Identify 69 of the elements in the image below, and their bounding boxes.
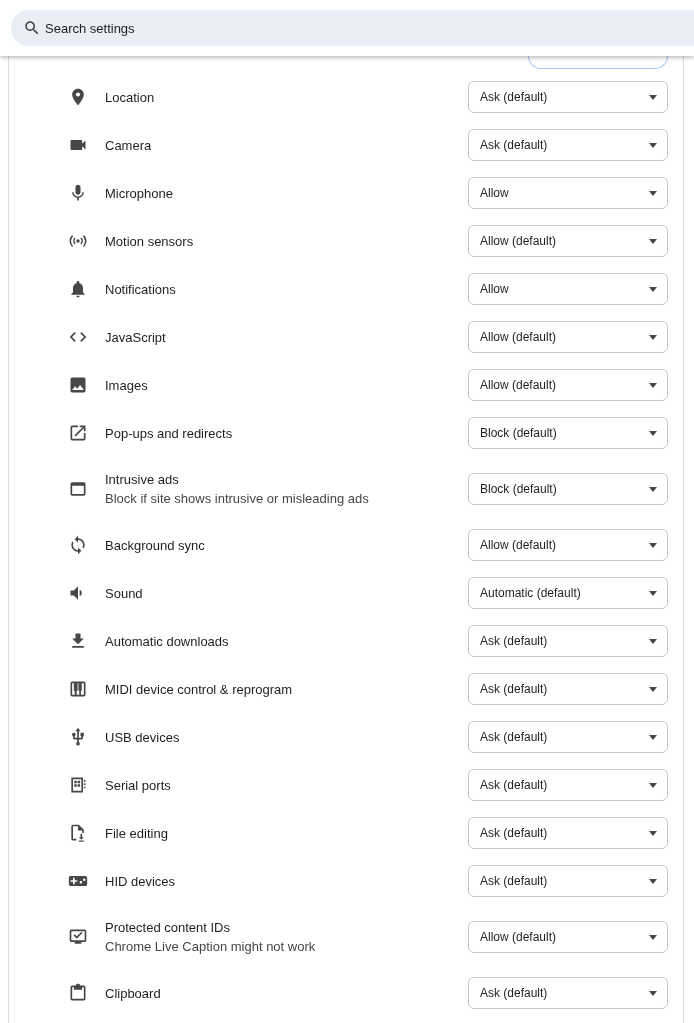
permission-dropdown[interactable]: Allow (default) [468,369,668,401]
permission-dropdown[interactable]: Ask (default) [468,817,668,849]
permission-dropdown[interactable]: Ask (default) [468,865,668,897]
permission-dropdown[interactable]: Block (default) [468,417,668,449]
permission-label: Camera [105,137,153,153]
monitor-check-icon [68,927,88,947]
permission-label: Microphone [105,185,174,201]
caret-icon [649,990,657,996]
permission-label: Images [105,377,149,393]
browser-window-icon [68,479,88,499]
caret-icon [649,430,657,436]
caret-icon [649,542,657,548]
permission-dropdown[interactable]: Allow [468,177,668,209]
permission-label: Serial ports [105,777,172,793]
permission-label: JavaScript [105,329,167,345]
caret-icon [649,878,657,884]
search-field[interactable]: Search settings [11,10,694,46]
bell-icon [68,279,88,299]
caret-icon [649,190,657,196]
caret-icon [649,382,657,388]
caret-icon [649,734,657,740]
caret-icon [649,94,657,100]
serial-port-icon [68,775,88,795]
permission-label: Background sync [105,537,206,553]
permission-dropdown[interactable]: Ask (default) [468,129,668,161]
caret-icon [649,334,657,340]
permission-label: USB devices [105,729,181,745]
permission-label: Protected content IDs [105,920,231,935]
permission-dropdown[interactable]: Ask (default) [468,625,668,657]
permission-description: Chrome Live Caption might not work [105,939,317,954]
permission-dropdown[interactable]: Ask (default) [468,769,668,801]
sync-icon [68,535,88,555]
permission-label: Pop-ups and redirects [105,425,234,441]
permission-label: Notifications [105,281,177,297]
caret-icon [649,590,657,596]
permission-dropdown[interactable]: Ask (default) [468,673,668,705]
permission-label: HID devices [105,873,177,889]
permission-dropdown[interactable]: Automatic (default) [468,577,668,609]
permission-dropdown[interactable]: Ask (default) [468,81,668,113]
caret-icon [649,934,657,940]
permission-label: Sound [105,585,144,601]
permission-label: MIDI device control & reprogram [105,681,294,697]
permission-label: Automatic downloads [105,633,230,649]
caret-icon [649,782,657,788]
caret-icon [649,142,657,148]
permission-label: Clipboard [105,985,162,1001]
permission-dropdown[interactable]: Allow [468,273,668,305]
caret-icon [649,486,657,492]
image-icon [68,375,88,395]
open-in-new-icon [68,423,88,443]
caret-icon [649,238,657,244]
permission-dropdown[interactable]: Allow (default) [468,321,668,353]
caret-icon [649,830,657,836]
permission-label: File editing [105,825,169,841]
permission-dropdown[interactable]: Allow (default) [468,225,668,257]
permission-label: Location [105,89,156,105]
permission-dropdown[interactable]: Block (default) [468,473,668,505]
permission-dropdown[interactable]: Allow (default) [468,921,668,953]
permission-label: Motion sensors [105,233,195,249]
clipboard-icon [68,983,88,1003]
permission-dropdown[interactable]: Allow (default) [468,529,668,561]
permission-dropdown[interactable]: Ask (default) [468,721,668,753]
caret-icon [649,286,657,292]
caret-icon [649,686,657,692]
permission-dropdown[interactable]: Ask (default) [468,977,668,1009]
piano-keys-icon [68,679,88,699]
caret-icon [649,638,657,644]
permission-label: Intrusive ads [105,472,180,487]
permission-description: Block if site shows intrusive or misleading ads [105,491,370,506]
